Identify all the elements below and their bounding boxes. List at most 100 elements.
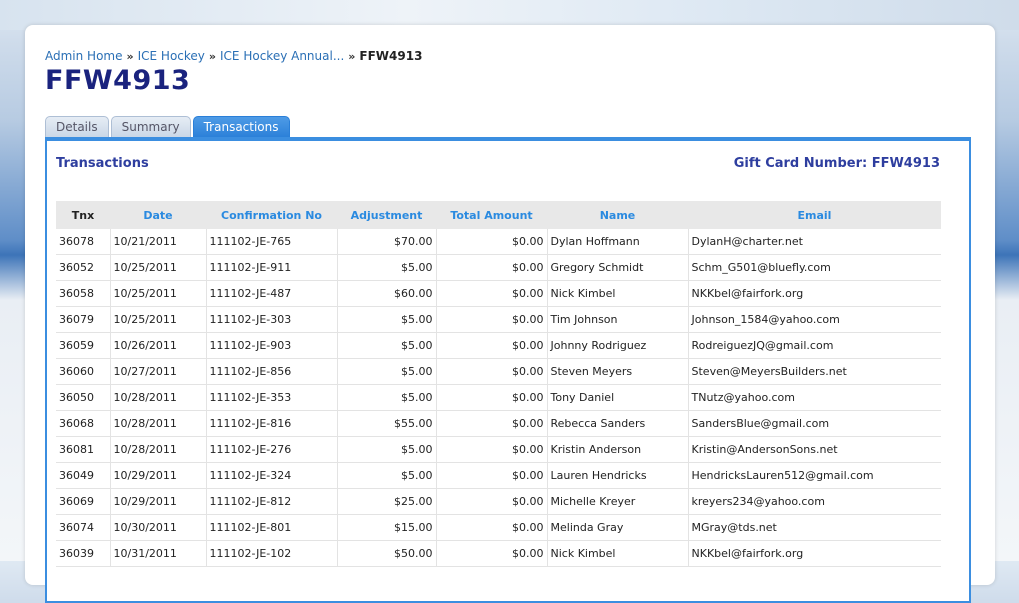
- cell-confirmation: 111102-JE-911: [206, 254, 338, 281]
- table-row[interactable]: 36039 10/31/2011 111102-JE-102 $50.00 $0.00 N…: [56, 540, 941, 567]
- breadcrumb-separator: »: [348, 50, 356, 63]
- cell-tnx: 36068: [56, 410, 111, 437]
- cell-name: Tony Daniel: [547, 384, 689, 411]
- table-row[interactable]: 36049 10/29/2011 111102-JE-324 $5.00 $0.00 La…: [56, 462, 941, 489]
- table-body: 36078 10/21/2011 111102-JE-765 $70.00 $0.00 D…: [56, 229, 941, 567]
- cell-email: RodreiguezJQ@gmail.com: [688, 332, 941, 359]
- cell-tnx: 36058: [56, 280, 111, 307]
- cell-date: 10/25/2011: [110, 280, 207, 307]
- cell-total-amount: $0.00: [436, 462, 548, 489]
- cell-name: Melinda Gray: [547, 514, 689, 541]
- cell-total-amount: $0.00: [436, 540, 548, 567]
- column-header-tnx[interactable]: Tnx: [56, 201, 110, 229]
- cell-date: 10/26/2011: [110, 332, 207, 359]
- breadcrumb-ice-hockey-annual[interactable]: ICE Hockey Annual...: [220, 49, 344, 63]
- cell-email: Kristin@AndersonSons.net: [688, 436, 941, 463]
- column-header-date[interactable]: Date: [110, 201, 206, 229]
- cell-email: NKKbel@fairfork.org: [688, 280, 941, 307]
- table-row[interactable]: 36079 10/25/2011 111102-JE-303 $5.00 $0.00 Ti…: [56, 306, 941, 333]
- column-header-confirmation[interactable]: Confirmation No: [206, 201, 337, 229]
- cell-adjustment: $15.00: [337, 514, 437, 541]
- cell-date: 10/25/2011: [110, 306, 207, 333]
- breadcrumb: Admin Home» ICE Hockey» ICE Hockey Annual.…: [45, 49, 422, 63]
- cell-total-amount: $0.00: [436, 410, 548, 437]
- cell-adjustment: $5.00: [337, 436, 437, 463]
- column-header-email[interactable]: Email: [688, 201, 941, 229]
- gift-card-number: Gift Card Number: FFW4913: [733, 156, 940, 171]
- cell-tnx: 36050: [56, 384, 111, 411]
- cell-total-amount: $0.00: [436, 254, 548, 281]
- cell-email: Steven@MeyersBuilders.net: [688, 358, 941, 385]
- cell-date: 10/21/2011: [110, 229, 207, 255]
- cell-total-amount: $0.00: [436, 488, 548, 515]
- cell-email: MGray@tds.net: [688, 514, 941, 541]
- cell-name: Tim Johnson: [547, 306, 689, 333]
- breadcrumb-admin-home[interactable]: Admin Home: [45, 49, 123, 63]
- table-row[interactable]: 36081 10/28/2011 111102-JE-276 $5.00 $0.00 Kr…: [56, 436, 941, 463]
- cell-confirmation: 111102-JE-324: [206, 462, 338, 489]
- cell-email: NKKbel@fairfork.org: [688, 540, 941, 567]
- table-row[interactable]: 36069 10/29/2011 111102-JE-812 $25.00 $0.00 M…: [56, 488, 941, 515]
- cell-total-amount: $0.00: [436, 358, 548, 385]
- table-row[interactable]: 36059 10/26/2011 111102-JE-903 $5.00 $0.00 Jo…: [56, 332, 941, 359]
- cell-total-amount: $0.00: [436, 514, 548, 541]
- cell-total-amount: $0.00: [436, 384, 548, 411]
- cell-date: 10/28/2011: [110, 410, 207, 437]
- cell-name: Steven Meyers: [547, 358, 689, 385]
- cell-name: Lauren Hendricks: [547, 462, 689, 489]
- column-header-total-amount[interactable]: Total Amount: [436, 201, 547, 229]
- cell-email: HendricksLauren512@gmail.com: [688, 462, 941, 489]
- tab-details[interactable]: Details: [45, 116, 109, 138]
- cell-date: 10/29/2011: [110, 462, 207, 489]
- cell-tnx: 36049: [56, 462, 111, 489]
- cell-adjustment: $55.00: [337, 410, 437, 437]
- cell-date: 10/31/2011: [110, 540, 207, 567]
- cell-total-amount: $0.00: [436, 436, 548, 463]
- cell-tnx: 36081: [56, 436, 111, 463]
- column-header-adjustment[interactable]: Adjustment: [337, 201, 436, 229]
- table-row[interactable]: 36068 10/28/2011 111102-JE-816 $55.00 $0.00 R…: [56, 410, 941, 437]
- cell-adjustment: $70.00: [337, 229, 437, 255]
- cell-tnx: 36039: [56, 540, 111, 567]
- table-row[interactable]: 36058 10/25/2011 111102-JE-487 $60.00 $0.00 N…: [56, 280, 941, 307]
- tab-summary[interactable]: Summary: [110, 116, 191, 138]
- column-header-name[interactable]: Name: [547, 201, 688, 229]
- table-row[interactable]: 36074 10/30/2011 111102-JE-801 $15.00 $0.00 M…: [56, 514, 941, 541]
- cell-date: 10/27/2011: [110, 358, 207, 385]
- cell-adjustment: $60.00: [337, 280, 437, 307]
- breadcrumb-separator: »: [208, 50, 217, 63]
- table-row[interactable]: 36050 10/28/2011 111102-JE-353 $5.00 $0.00 To…: [56, 384, 941, 411]
- breadcrumb-ice-hockey[interactable]: ICE Hockey: [138, 49, 205, 63]
- cell-total-amount: $0.00: [436, 332, 548, 359]
- cell-confirmation: 111102-JE-816: [206, 410, 338, 437]
- cell-adjustment: $5.00: [337, 358, 437, 385]
- cell-email: Johnson_1584@yahoo.com: [688, 306, 941, 333]
- cell-date: 10/30/2011: [110, 514, 207, 541]
- table-row[interactable]: 36060 10/27/2011 111102-JE-856 $5.00 $0.00 St…: [56, 358, 941, 385]
- table-header-row: Tnx Date Confirmation No Adjustment Tota…: [56, 201, 941, 229]
- cell-tnx: 36069: [56, 488, 111, 515]
- table-row[interactable]: 36078 10/21/2011 111102-JE-765 $70.00 $0.00 D…: [56, 229, 941, 255]
- breadcrumb-current: FFW4913: [359, 49, 423, 63]
- cell-name: Johnny Rodriguez: [547, 332, 689, 359]
- cell-date: 10/25/2011: [110, 254, 207, 281]
- transactions-table: Tnx Date Confirmation No Adjustment Tota…: [56, 201, 941, 567]
- cell-adjustment: $25.00: [337, 488, 437, 515]
- cell-adjustment: $5.00: [337, 332, 437, 359]
- cell-confirmation: 111102-JE-303: [206, 306, 338, 333]
- cell-tnx: 36079: [56, 306, 111, 333]
- cell-date: 10/29/2011: [110, 488, 207, 515]
- cell-confirmation: 111102-JE-765: [206, 229, 338, 255]
- tab-transactions[interactable]: Transactions: [192, 116, 290, 138]
- cell-email: kreyers234@yahoo.com: [688, 488, 941, 515]
- cell-email: TNutz@yahoo.com: [688, 384, 941, 411]
- cell-date: 10/28/2011: [110, 384, 207, 411]
- cell-name: Dylan Hoffmann: [547, 229, 689, 255]
- cell-name: Nick Kimbel: [547, 540, 689, 567]
- cell-total-amount: $0.00: [436, 306, 548, 333]
- table-row[interactable]: 36052 10/25/2011 111102-JE-911 $5.00 $0.00 Gr…: [56, 254, 941, 281]
- cell-confirmation: 111102-JE-102: [206, 540, 338, 567]
- cell-confirmation: 111102-JE-903: [206, 332, 338, 359]
- cell-confirmation: 111102-JE-812: [206, 488, 338, 515]
- cell-name: Gregory Schmidt: [547, 254, 689, 281]
